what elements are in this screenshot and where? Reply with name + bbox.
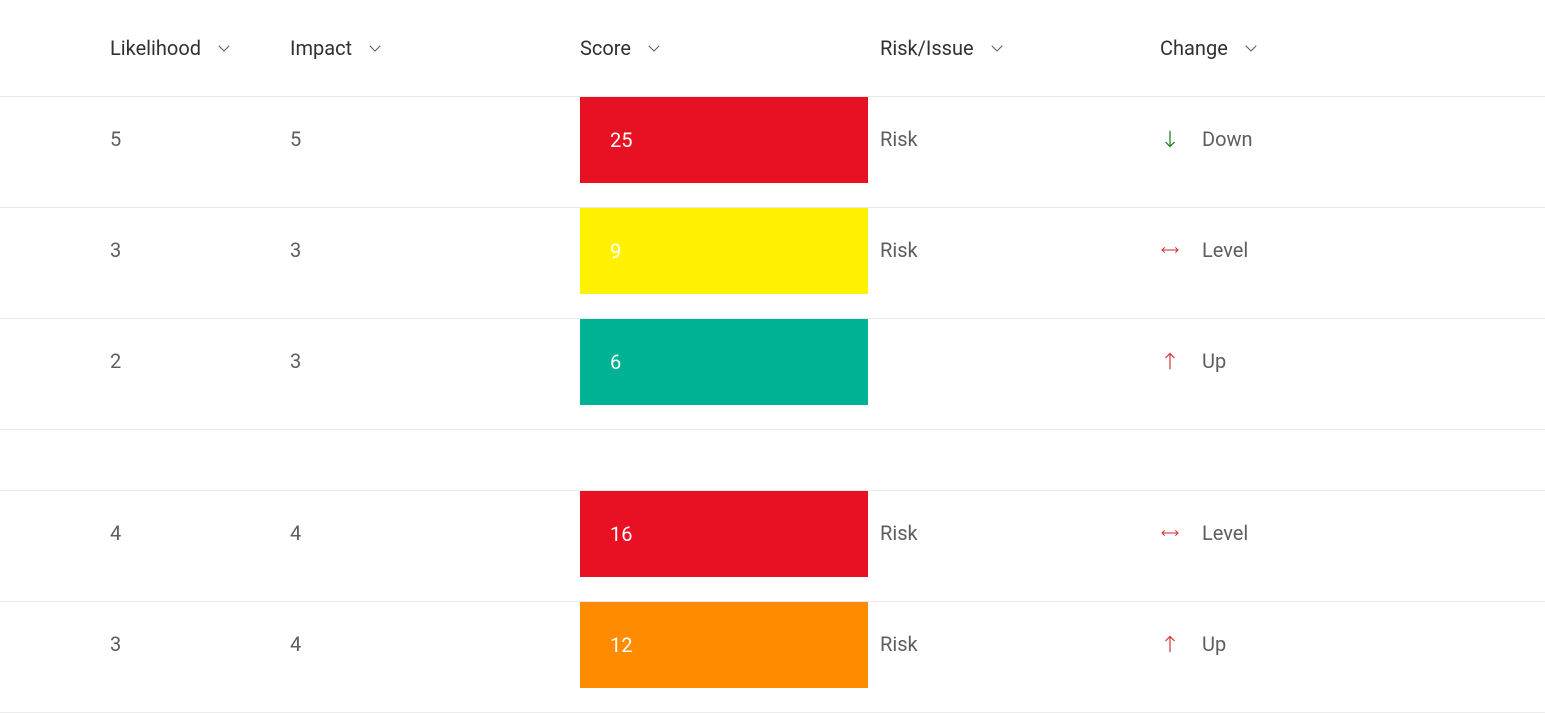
cell-risk-issue: Risk: [880, 208, 1160, 318]
column-header-change[interactable]: Change: [1160, 36, 1260, 60]
cell-impact: 3: [290, 208, 580, 318]
column-header-label: Risk/Issue: [880, 36, 974, 60]
column-header-label: Change: [1160, 36, 1228, 60]
change-label: Level: [1202, 521, 1248, 545]
column-header-label: Impact: [290, 36, 352, 60]
arrow-down-icon: [1160, 128, 1180, 150]
column-header-score[interactable]: Score: [580, 36, 663, 60]
cell-likelihood: 3: [110, 208, 290, 318]
column-header-label: Likelihood: [110, 36, 201, 60]
score-value: 16: [610, 522, 632, 546]
cell-change: Level: [1160, 238, 1460, 262]
table-row[interactable]: 3 3 9 Risk Level: [0, 208, 1545, 319]
chevron-down-icon: [366, 39, 384, 57]
arrow-up-icon: [1160, 350, 1180, 372]
cell-change: Level: [1160, 521, 1460, 545]
cell-impact: 4: [290, 491, 580, 601]
score-badge: 25: [580, 97, 868, 183]
arrow-up-icon: [1160, 633, 1180, 655]
table-row[interactable]: 5 5 25 Risk Down: [0, 97, 1545, 208]
score-badge: 6: [580, 319, 868, 405]
cell-likelihood: 4: [110, 491, 290, 601]
arrow-level-icon: [1160, 243, 1180, 257]
change-label: Down: [1202, 127, 1253, 151]
cell-likelihood: 3: [110, 602, 290, 712]
score-badge: 12: [580, 602, 868, 688]
column-header-label: Score: [580, 36, 631, 60]
cell-likelihood: 5: [110, 97, 290, 207]
arrow-level-icon: [1160, 526, 1180, 540]
chevron-down-icon: [988, 39, 1006, 57]
column-header-likelihood[interactable]: Likelihood: [110, 36, 233, 60]
cell-change: Up: [1160, 349, 1460, 373]
column-header-impact[interactable]: Impact: [290, 36, 384, 60]
table-row[interactable]: 3 4 12 Risk Up: [0, 602, 1545, 713]
chevron-down-icon: [1242, 39, 1260, 57]
chevron-down-icon: [645, 39, 663, 57]
cell-risk-issue: Risk: [880, 97, 1160, 207]
column-header-risk-issue[interactable]: Risk/Issue: [880, 36, 1006, 60]
cell-likelihood: 2: [110, 319, 290, 429]
cell-change: Up: [1160, 632, 1460, 656]
score-value: 25: [610, 128, 632, 152]
change-label: Up: [1202, 349, 1226, 373]
table-gap-row: [0, 430, 1545, 491]
score-badge: 9: [580, 208, 868, 294]
cell-impact: 3: [290, 319, 580, 429]
score-badge: 16: [580, 491, 868, 577]
score-value: 6: [610, 350, 621, 374]
table-row[interactable]: 4 4 16 Risk Level: [0, 491, 1545, 602]
cell-change: Down: [1160, 127, 1460, 151]
cell-risk-issue: Risk: [880, 491, 1160, 601]
score-value: 12: [610, 633, 632, 657]
cell-risk-issue: Risk: [880, 602, 1160, 712]
cell-impact: 4: [290, 602, 580, 712]
table-header-row: Likelihood Impact Score Risk/Issue C: [0, 0, 1545, 97]
change-label: Level: [1202, 238, 1248, 262]
change-label: Up: [1202, 632, 1226, 656]
chevron-down-icon: [215, 39, 233, 57]
score-value: 9: [610, 239, 621, 263]
cell-impact: 5: [290, 97, 580, 207]
table-row[interactable]: 2 3 6 Up: [0, 319, 1545, 430]
cell-risk-issue: [880, 319, 1160, 429]
